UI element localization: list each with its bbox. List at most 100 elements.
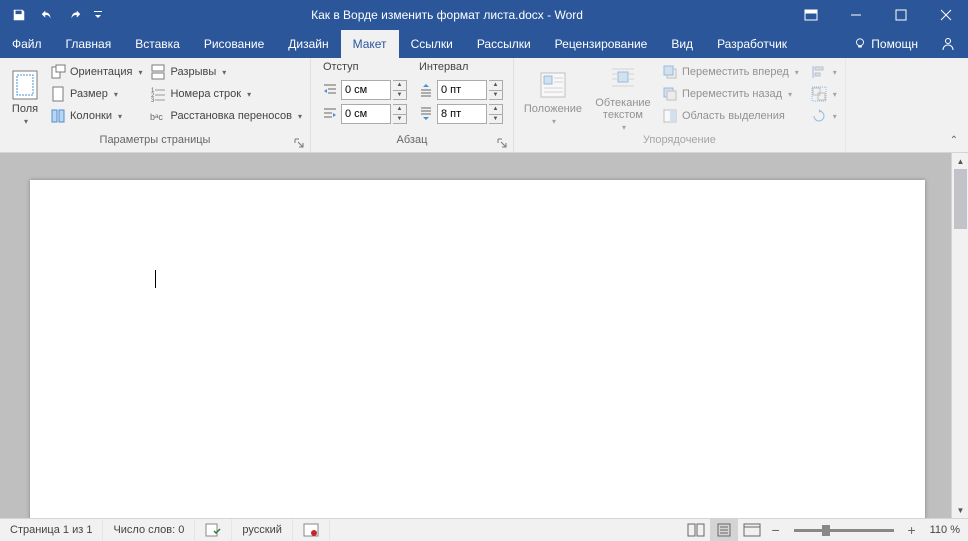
read-mode-button[interactable] bbox=[682, 519, 710, 541]
spacing-after-spinner[interactable]: ▲▼ bbox=[489, 104, 503, 124]
indent-heading: Отступ bbox=[321, 61, 407, 77]
spacing-heading: Интервал bbox=[417, 61, 503, 77]
dropdown-arrow-icon: ▾ bbox=[833, 90, 837, 99]
hyphenation-button[interactable]: bᵃc Расстановка переносов ▾ bbox=[146, 105, 306, 127]
tab-developer[interactable]: Разработчик bbox=[705, 30, 799, 58]
group-page-setup: Поля ▾ Ориентация ▾ Размер ▾ Колонки ▾ bbox=[0, 58, 311, 152]
zoom-slider[interactable] bbox=[794, 529, 894, 532]
scroll-up-button[interactable]: ▲ bbox=[952, 153, 968, 169]
minimize-button[interactable] bbox=[833, 0, 878, 30]
zoom-slider-thumb[interactable] bbox=[822, 525, 830, 536]
wrap-text-button[interactable]: Обтекание текстом ▾ bbox=[588, 61, 658, 134]
breaks-icon bbox=[150, 64, 166, 80]
window-controls bbox=[788, 0, 968, 30]
columns-label: Колонки bbox=[70, 110, 112, 122]
svg-text:3: 3 bbox=[151, 98, 155, 102]
rotate-button[interactable]: ▾ bbox=[807, 105, 841, 127]
tab-references[interactable]: Ссылки bbox=[399, 30, 465, 58]
word-count[interactable]: Число слов: 0 bbox=[103, 519, 195, 541]
vertical-scrollbar[interactable]: ▲ ▼ bbox=[951, 153, 968, 518]
dropdown-arrow-icon: ▾ bbox=[24, 117, 28, 126]
group-label-paragraph: Абзац bbox=[315, 134, 509, 152]
size-button[interactable]: Размер ▾ bbox=[46, 83, 146, 105]
tab-insert[interactable]: Вставка bbox=[123, 30, 192, 58]
ribbon-display-options-button[interactable] bbox=[788, 0, 833, 30]
align-icon bbox=[811, 64, 827, 80]
orientation-button[interactable]: Ориентация ▾ bbox=[46, 61, 146, 83]
size-icon bbox=[50, 86, 66, 102]
selection-pane-label: Область выделения bbox=[682, 110, 785, 122]
zoom-level[interactable]: 110 % bbox=[922, 524, 968, 536]
spacing-before-input[interactable] bbox=[437, 80, 487, 100]
proofing-icon bbox=[205, 523, 221, 537]
dropdown-arrow-icon: ▾ bbox=[298, 112, 302, 121]
tab-design[interactable]: Дизайн bbox=[276, 30, 340, 58]
selection-pane-button[interactable]: Область выделения bbox=[658, 105, 803, 127]
collapse-ribbon-button[interactable]: ⌃ bbox=[946, 132, 962, 148]
web-layout-button[interactable] bbox=[738, 519, 766, 541]
margins-icon bbox=[9, 69, 41, 101]
zoom-in-button[interactable]: + bbox=[902, 522, 922, 538]
page-viewport[interactable] bbox=[0, 153, 951, 518]
macro-icon bbox=[303, 523, 319, 537]
line-numbers-button[interactable]: 123 Номера строк ▾ bbox=[146, 83, 306, 105]
redo-button[interactable] bbox=[62, 3, 88, 27]
send-backward-icon bbox=[662, 86, 678, 102]
tab-view[interactable]: Вид bbox=[659, 30, 705, 58]
spacing-before-spinner[interactable]: ▲▼ bbox=[489, 80, 503, 100]
tab-review[interactable]: Рецензирование bbox=[543, 30, 660, 58]
indent-left-spinner[interactable]: ▲▼ bbox=[393, 80, 407, 100]
rotate-icon bbox=[811, 108, 827, 124]
indent-left-icon bbox=[321, 80, 339, 100]
group-objects-button[interactable]: ▾ bbox=[807, 83, 841, 105]
dropdown-arrow-icon: ▾ bbox=[138, 68, 142, 77]
tab-draw[interactable]: Рисование bbox=[192, 30, 276, 58]
share-icon bbox=[940, 36, 956, 52]
position-button[interactable]: Положение ▾ bbox=[518, 61, 588, 134]
tab-home[interactable]: Главная bbox=[54, 30, 124, 58]
page-setup-launcher[interactable] bbox=[294, 138, 306, 150]
orientation-label: Ориентация bbox=[70, 66, 132, 78]
document-page[interactable] bbox=[30, 180, 925, 518]
scrollbar-thumb[interactable] bbox=[954, 169, 967, 229]
close-button[interactable] bbox=[923, 0, 968, 30]
spellcheck-status[interactable] bbox=[195, 519, 232, 541]
dropdown-arrow-icon: ▾ bbox=[118, 112, 122, 121]
dropdown-arrow-icon: ▾ bbox=[114, 90, 118, 99]
tab-file[interactable]: Файл bbox=[0, 30, 54, 58]
save-button[interactable] bbox=[6, 3, 32, 27]
indent-right-icon bbox=[321, 104, 339, 124]
spacing-after-input[interactable] bbox=[437, 104, 487, 124]
dropdown-arrow-icon: ▾ bbox=[247, 90, 251, 99]
margins-button[interactable]: Поля ▾ bbox=[4, 61, 46, 134]
send-backward-label: Переместить назад bbox=[682, 88, 782, 100]
send-backward-button[interactable]: Переместить назад ▾ bbox=[658, 83, 803, 105]
page-status[interactable]: Страница 1 из 1 bbox=[0, 519, 103, 541]
columns-button[interactable]: Колонки ▾ bbox=[46, 105, 146, 127]
indent-right-spinner[interactable]: ▲▼ bbox=[393, 104, 407, 124]
window-title: Как в Ворде изменить формат листа.docx -… bbox=[106, 8, 788, 22]
text-cursor bbox=[155, 270, 156, 288]
tell-me-label: Помощн bbox=[871, 37, 918, 51]
indent-right-input[interactable] bbox=[341, 104, 391, 124]
tab-mailings[interactable]: Рассылки bbox=[465, 30, 543, 58]
maximize-button[interactable] bbox=[878, 0, 923, 30]
print-layout-button[interactable] bbox=[710, 519, 738, 541]
bring-forward-button[interactable]: Переместить вперед ▾ bbox=[658, 61, 803, 83]
group-label-page-setup: Параметры страницы bbox=[4, 134, 306, 152]
scroll-down-button[interactable]: ▼ bbox=[952, 502, 968, 518]
language-status[interactable]: русский bbox=[232, 519, 292, 541]
zoom-out-button[interactable]: − bbox=[766, 522, 786, 538]
paragraph-launcher[interactable] bbox=[497, 138, 509, 150]
breaks-button[interactable]: Разрывы ▾ bbox=[146, 61, 306, 83]
group-label-arrange: Упорядочение bbox=[518, 134, 841, 152]
indent-left-input[interactable] bbox=[341, 80, 391, 100]
tell-me-button[interactable]: Помощн bbox=[843, 37, 928, 51]
qat-customize-button[interactable] bbox=[90, 3, 106, 27]
undo-button[interactable] bbox=[34, 3, 60, 27]
align-button[interactable]: ▾ bbox=[807, 61, 841, 83]
group-icon bbox=[811, 86, 827, 102]
macro-status[interactable] bbox=[293, 519, 330, 541]
tab-layout[interactable]: Макет bbox=[341, 30, 399, 58]
share-button[interactable] bbox=[928, 36, 968, 52]
